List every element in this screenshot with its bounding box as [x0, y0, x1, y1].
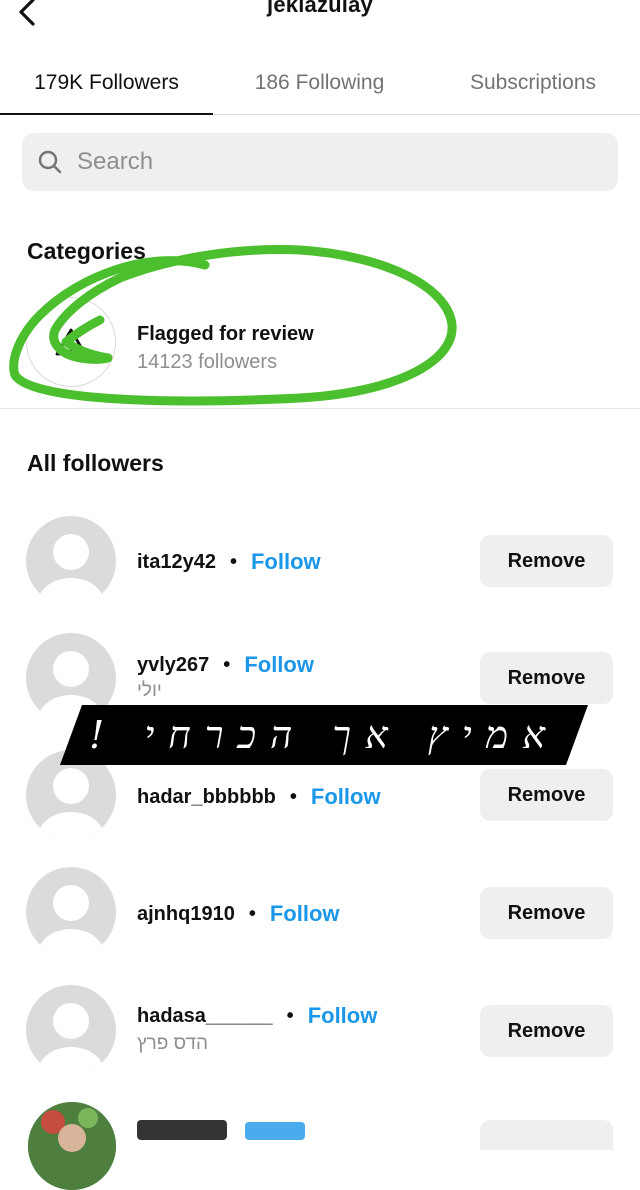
- list-item: ita12y42 • Follow Remove: [0, 515, 640, 625]
- remove-button[interactable]: Remove: [480, 769, 613, 821]
- category-icon-container: [26, 297, 116, 387]
- search-input[interactable]: [75, 147, 599, 177]
- avatar[interactable]: [26, 516, 116, 606]
- remove-button[interactable]: Remove: [480, 1005, 613, 1057]
- list-item: hadasa______ • Follow הדס פרץ Remove: [0, 985, 640, 1095]
- username[interactable]: hadar_bbbbbb: [137, 786, 276, 809]
- category-count: 14123 followers: [137, 351, 278, 373]
- profile-photo-image: [28, 1102, 116, 1190]
- separator-dot: •: [286, 1004, 294, 1027]
- all-followers-heading: All followers: [27, 450, 164, 476]
- avatar[interactable]: [26, 633, 116, 723]
- avatar-photo[interactable]: [28, 1102, 116, 1190]
- warning-icon: [55, 328, 87, 356]
- tab-subscriptions[interactable]: Subscriptions: [426, 52, 640, 114]
- username[interactable]: hadasa______: [137, 1005, 273, 1028]
- username[interactable]: ita12y42: [137, 551, 216, 574]
- follow-button[interactable]: Follow: [270, 901, 340, 927]
- remove-button[interactable]: Remove: [480, 535, 613, 587]
- tab-followers[interactable]: 179K Followers: [0, 52, 213, 114]
- username[interactable]: yvly267: [137, 654, 209, 677]
- category-name: Flagged for review: [137, 323, 314, 345]
- list-item: hadar_bbbbbb • Follow Remove: [0, 750, 640, 860]
- avatar[interactable]: [26, 750, 116, 840]
- partial-follow-button[interactable]: [245, 1122, 305, 1140]
- full-name: הדס פרץ: [137, 1033, 209, 1054]
- tab-bar: 179K Followers 186 Following Subscriptio…: [0, 52, 640, 115]
- separator-dot: •: [248, 902, 256, 925]
- separator-dot: •: [289, 785, 297, 808]
- partial-remove-button[interactable]: [480, 1120, 613, 1150]
- separator-dot: •: [223, 653, 231, 676]
- avatar[interactable]: [26, 867, 116, 957]
- follow-button[interactable]: Follow: [308, 1003, 378, 1029]
- list-item: ajnhq1910 • Follow Remove: [0, 867, 640, 977]
- categories-heading: Categories: [27, 238, 146, 264]
- partial-username: [137, 1120, 227, 1140]
- full-name: יולי: [137, 680, 162, 701]
- active-tab-indicator: [0, 113, 213, 115]
- search-icon: [38, 150, 62, 174]
- separator-dot: •: [229, 550, 237, 573]
- follow-button[interactable]: Follow: [311, 784, 381, 810]
- remove-button[interactable]: Remove: [480, 887, 613, 939]
- header: jekiazulay: [0, 0, 640, 40]
- category-flagged-for-review[interactable]: Flagged for review 14123 followers: [0, 285, 640, 390]
- section-divider: [0, 408, 640, 409]
- page-title: jekiazulay: [267, 0, 373, 17]
- tab-following[interactable]: 186 Following: [213, 52, 426, 114]
- avatar[interactable]: [26, 985, 116, 1075]
- remove-button[interactable]: Remove: [480, 652, 613, 704]
- follow-button[interactable]: Follow: [251, 549, 321, 575]
- follow-button[interactable]: Follow: [244, 652, 314, 678]
- search-bar[interactable]: [22, 133, 618, 191]
- list-item: yvly267 • Follow יולי Remove: [0, 632, 640, 742]
- username[interactable]: ajnhq1910: [137, 903, 235, 926]
